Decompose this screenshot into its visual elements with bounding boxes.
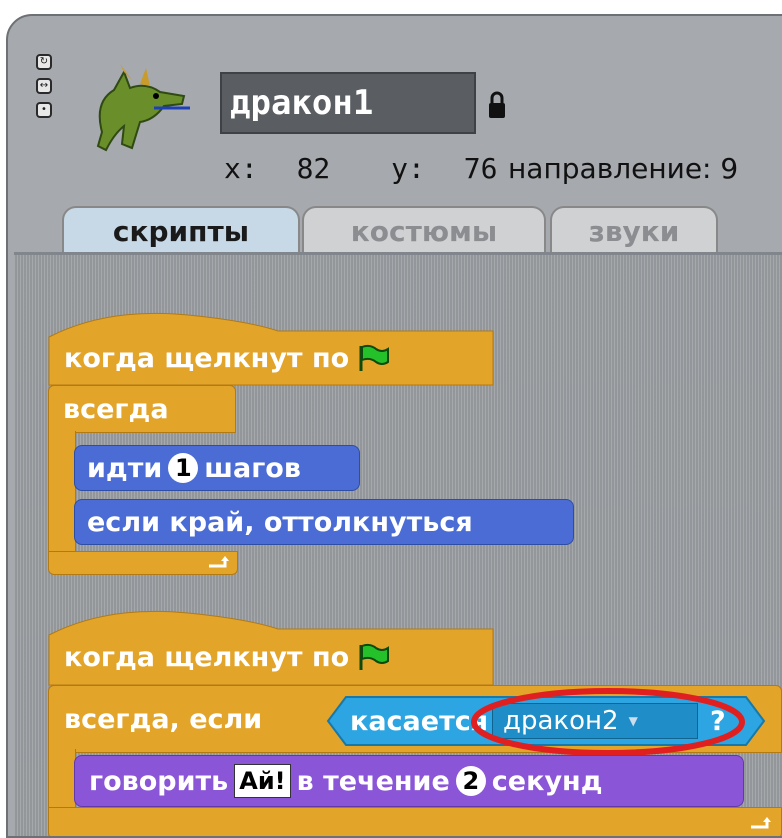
say-prefix: говорить (89, 765, 229, 797)
green-flag-icon (359, 643, 390, 670)
forever-label: всегда (63, 393, 169, 425)
rotate-icon[interactable]: ↻ (36, 54, 52, 70)
bounce-block[interactable]: если край, оттолкнуться (74, 499, 574, 545)
green-flag-icon (359, 344, 390, 371)
forever-if-label: всегда, если (64, 703, 263, 735)
steps-input[interactable]: 1 (168, 453, 199, 483)
hat-label: когда щелкнут по (64, 641, 350, 673)
forever-if-block-arm (48, 749, 76, 807)
scripts-area[interactable]: когда щелкнут по всегда идти 1 шагов есл… (14, 252, 782, 836)
loop-arrow-icon (209, 556, 229, 568)
sprite-editor-frame: ↻ ↔ • дракон1 x: 82 y: 76 направление: 9… (0, 0, 782, 838)
hat-label: когда щелкнут по (64, 342, 350, 374)
forever-block-end (48, 551, 238, 575)
forever-if-block-end (48, 807, 782, 836)
say-middle: в течение (296, 765, 450, 797)
move-steps-block[interactable]: идти 1 шагов (74, 445, 360, 491)
bounce-label: если край, оттолкнуться (87, 506, 473, 538)
direction-label: направление: (508, 152, 712, 185)
dragon-sprite-thumbnail[interactable] (84, 62, 194, 162)
move-suffix: шагов (204, 452, 301, 484)
left-right-icon[interactable]: ↔ (36, 78, 52, 94)
sprite-info-panel: ↻ ↔ • дракон1 x: 82 y: 76 направление: 9… (6, 14, 782, 838)
when-flag-clicked-block[interactable]: когда щелкнут по (64, 335, 390, 381)
when-flag-clicked-block[interactable]: когда щелкнут по (64, 633, 390, 681)
loop-arrow-icon (751, 817, 771, 829)
move-prefix: идти (87, 452, 163, 484)
x-label: x: (224, 152, 258, 185)
say-for-secs-block[interactable]: говорить Ай! в течение 2 секунд (74, 755, 744, 807)
lock-icon[interactable] (488, 90, 506, 120)
forever-block[interactable]: всегда (48, 385, 236, 433)
no-rotate-icon[interactable]: • (36, 102, 52, 118)
tab-scripts[interactable]: скрипты (62, 206, 300, 254)
sprite-name-field[interactable]: дракон1 (220, 72, 476, 134)
tab-costumes[interactable]: костюмы (302, 206, 546, 254)
sprite-coordinates: x: 82 y: 76 (224, 152, 541, 185)
seconds-input[interactable]: 2 (455, 766, 486, 796)
direction-value: 9 (720, 152, 739, 185)
say-suffix: секунд (491, 765, 603, 797)
sprite-direction: направление: 9 (508, 152, 738, 185)
y-value: 76 (463, 152, 498, 185)
y-label: y: (391, 152, 425, 185)
touching-label[interactable]: касается (350, 701, 488, 741)
say-text-input[interactable]: Ай! (234, 764, 291, 798)
forever-block-arm (48, 431, 76, 565)
x-value: 82 (296, 152, 331, 185)
highlight-ellipse (471, 688, 745, 756)
tab-sounds[interactable]: звуки (550, 206, 718, 254)
